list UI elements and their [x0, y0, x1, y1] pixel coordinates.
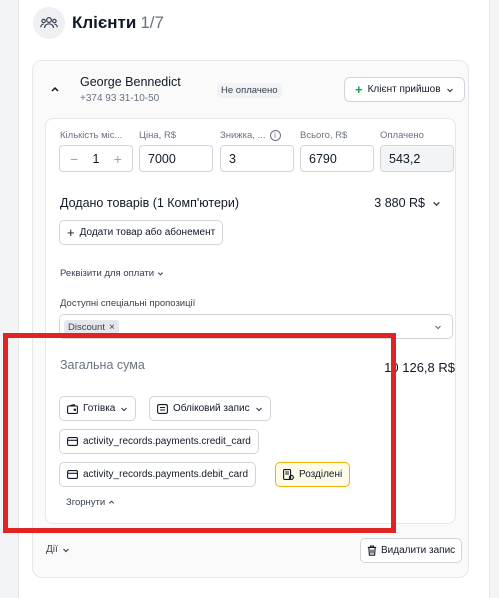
collapse-label: Згорнути: [66, 497, 106, 508]
wallet-icon: [67, 403, 78, 414]
chevron-down-icon: [62, 548, 69, 552]
actions-menu[interactable]: Дії: [46, 544, 70, 555]
client-counter: 1/7: [140, 13, 164, 32]
actions-label: Дії: [46, 544, 58, 555]
quantity-value: 1: [92, 151, 100, 166]
price-label: Ціна, R$: [139, 130, 177, 141]
debit-card-icon: [67, 470, 78, 479]
chevron-down-icon[interactable]: [434, 323, 442, 331]
chevron-down-icon: [433, 201, 440, 206]
discount-chip-label: Discount: [68, 321, 105, 333]
payment-requisites-label: Реквізити для оплати: [60, 268, 155, 279]
added-goods-sum-wrap[interactable]: 3 880 R$: [374, 196, 441, 210]
chevron-up-icon: [109, 500, 115, 504]
special-offers-label: Доступні спеціальні пропозиції: [60, 298, 196, 309]
add-goods-label: Додати товар або абонемент: [79, 227, 216, 238]
plus-icon: +: [355, 82, 363, 97]
cash-label: Готівка: [83, 403, 116, 414]
special-offers-select[interactable]: Discount ×: [59, 314, 453, 339]
added-goods-title[interactable]: Додано товарів (1 Комп'ютери): [60, 196, 239, 210]
credit-card-icon: [67, 437, 78, 446]
split-payment-button[interactable]: Розділені: [275, 462, 351, 487]
clients-icon: [33, 7, 65, 39]
discount-input[interactable]: 3: [220, 145, 294, 172]
client-arrived-label: Клієнт прийшов: [367, 84, 441, 95]
info-icon[interactable]: i: [269, 130, 281, 141]
plus-icon: +: [67, 225, 75, 240]
account-button[interactable]: Обліковий запис: [149, 396, 271, 421]
client-arrived-button[interactable]: + Клієнт прийшов: [344, 77, 465, 102]
debit-card-button[interactable]: activity_records.payments.debit_card: [59, 462, 257, 487]
page: Клієнти 1/7 George Bennedict +374 93 31-…: [0, 0, 499, 598]
service-details: Кількість міс... Ціна, R$ Знижка, ... i …: [45, 118, 456, 524]
chevron-down-icon: [446, 88, 453, 92]
added-goods-sum: 3 880 R$: [374, 196, 425, 210]
split-payment-label: Розділені: [299, 469, 343, 480]
paid-label: Оплачено: [380, 130, 424, 141]
discount-label: Знижка, ...: [220, 130, 266, 141]
close-icon[interactable]: ×: [109, 322, 115, 333]
payment-requisites-link[interactable]: Реквізити для оплати: [60, 268, 164, 279]
credit-card-button[interactable]: activity_records.payments.credit_card: [59, 429, 259, 454]
delete-record-label: Видалити запис: [381, 545, 456, 556]
price-input[interactable]: 7000: [139, 145, 213, 172]
total-label: Всього, R$: [300, 130, 348, 141]
add-goods-button[interactable]: + Додати товар або абонемент: [59, 220, 224, 245]
client-card: George Bennedict +374 93 31-10-50 Не опл…: [32, 60, 469, 578]
account-card-icon: [157, 403, 168, 414]
quantity-stepper[interactable]: − 1 +: [59, 145, 133, 172]
quantity-label: Кількість міс...: [60, 130, 123, 141]
total-sum-value: 10 126,8 R$: [384, 360, 455, 375]
discount-label-wrap: Знижка, ... i: [220, 130, 281, 141]
chevron-down-icon: [255, 407, 262, 411]
page-title: Клієнти: [72, 13, 137, 32]
collapse-link[interactable]: Згорнути: [66, 497, 115, 508]
receipt-icon: [283, 469, 294, 480]
chevron-down-icon: [158, 272, 164, 276]
account-label: Обліковий запис: [173, 403, 250, 414]
trash-icon: [367, 545, 377, 556]
minus-icon[interactable]: −: [70, 151, 78, 167]
total-sum-label: Загальна сума: [60, 358, 145, 372]
collapse-chevron-icon[interactable]: [50, 84, 60, 94]
delete-record-button[interactable]: Видалити запис: [360, 538, 463, 563]
debit-card-label: activity_records.payments.debit_card: [83, 469, 249, 480]
chevron-down-icon: [121, 407, 128, 411]
paid-field: 543,2: [380, 145, 454, 172]
cash-button[interactable]: Готівка: [59, 396, 137, 421]
panel-header: Клієнти 1/7: [33, 7, 164, 39]
client-phone: +374 93 31-10-50: [80, 93, 160, 104]
total-input[interactable]: 6790: [300, 145, 374, 172]
clients-panel: Клієнти 1/7 George Bennedict +374 93 31-…: [18, 0, 490, 598]
client-name[interactable]: George Bennedict: [80, 75, 181, 89]
credit-card-label: activity_records.payments.credit_card: [83, 436, 251, 447]
discount-chip: Discount ×: [64, 320, 119, 334]
plus-icon[interactable]: +: [114, 151, 122, 167]
status-badge: Не оплачено: [217, 83, 282, 98]
